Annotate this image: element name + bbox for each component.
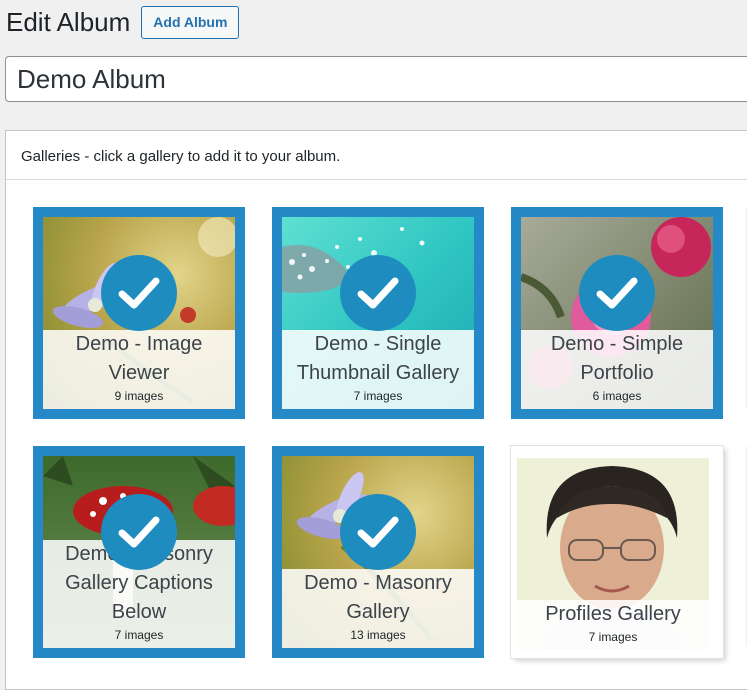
gallery-image-count: 9 images xyxy=(114,389,164,403)
gallery-tile[interactable]: Demo - Simple Portfolio 6 images xyxy=(511,207,723,419)
checkmark-icon xyxy=(101,494,177,570)
gallery-title: Demo - Simple Portfolio xyxy=(550,333,684,384)
gallery-tile[interactable]: Demo - Image Viewer 9 images xyxy=(33,207,245,419)
gallery-tile[interactable]: Demo - Masonry Gallery Captions Below 7 … xyxy=(33,446,245,658)
checkmark-icon xyxy=(579,255,655,331)
galleries-panel: Galleries - click a gallery to add it to… xyxy=(5,130,747,690)
gallery-image-count: 13 images xyxy=(350,628,406,642)
panel-heading: Galleries - click a gallery to add it to… xyxy=(6,131,747,180)
gallery-caption: Demo - Masonry Gallery 13 images xyxy=(282,569,474,648)
checkmark-icon xyxy=(340,255,416,331)
gallery-title: Profiles Gallery xyxy=(545,603,681,625)
gallery-tile[interactable]: Demo - Single Thumbnail Gallery 7 images xyxy=(272,207,484,419)
gallery-image-count: 7 images xyxy=(114,628,164,642)
gallery-title: Demo - Masonry Gallery xyxy=(304,572,452,623)
gallery-title: Demo - Image Viewer xyxy=(75,333,203,384)
gallery-thumbnail: Profiles Gallery 7 images xyxy=(517,458,709,650)
page-title: Edit Album xyxy=(6,7,131,37)
checkmark-icon xyxy=(340,494,416,570)
gallery-title: Demo - Single Thumbnail Gallery xyxy=(296,333,460,384)
gallery-caption: Demo - Simple Portfolio 6 images xyxy=(521,330,713,409)
title-row: Edit Album Add Album xyxy=(6,4,240,40)
gallery-tile[interactable]: Demo - Masonry Gallery 13 images xyxy=(272,446,484,658)
album-name-input[interactable] xyxy=(5,56,747,102)
gallery-caption: Demo - Image Viewer 9 images xyxy=(43,330,235,409)
gallery-image-count: 6 images xyxy=(592,389,642,403)
checkmark-icon xyxy=(101,255,177,331)
gallery-tile[interactable]: Profiles Gallery 7 images xyxy=(511,446,723,658)
gallery-image-count: 7 images xyxy=(353,389,403,403)
gallery-image-count: 7 images xyxy=(588,630,638,644)
gallery-caption: Profiles Gallery 7 images xyxy=(517,600,709,650)
add-album-button[interactable]: Add Album xyxy=(141,5,240,39)
gallery-caption: Demo - Single Thumbnail Gallery 7 images xyxy=(282,330,474,409)
